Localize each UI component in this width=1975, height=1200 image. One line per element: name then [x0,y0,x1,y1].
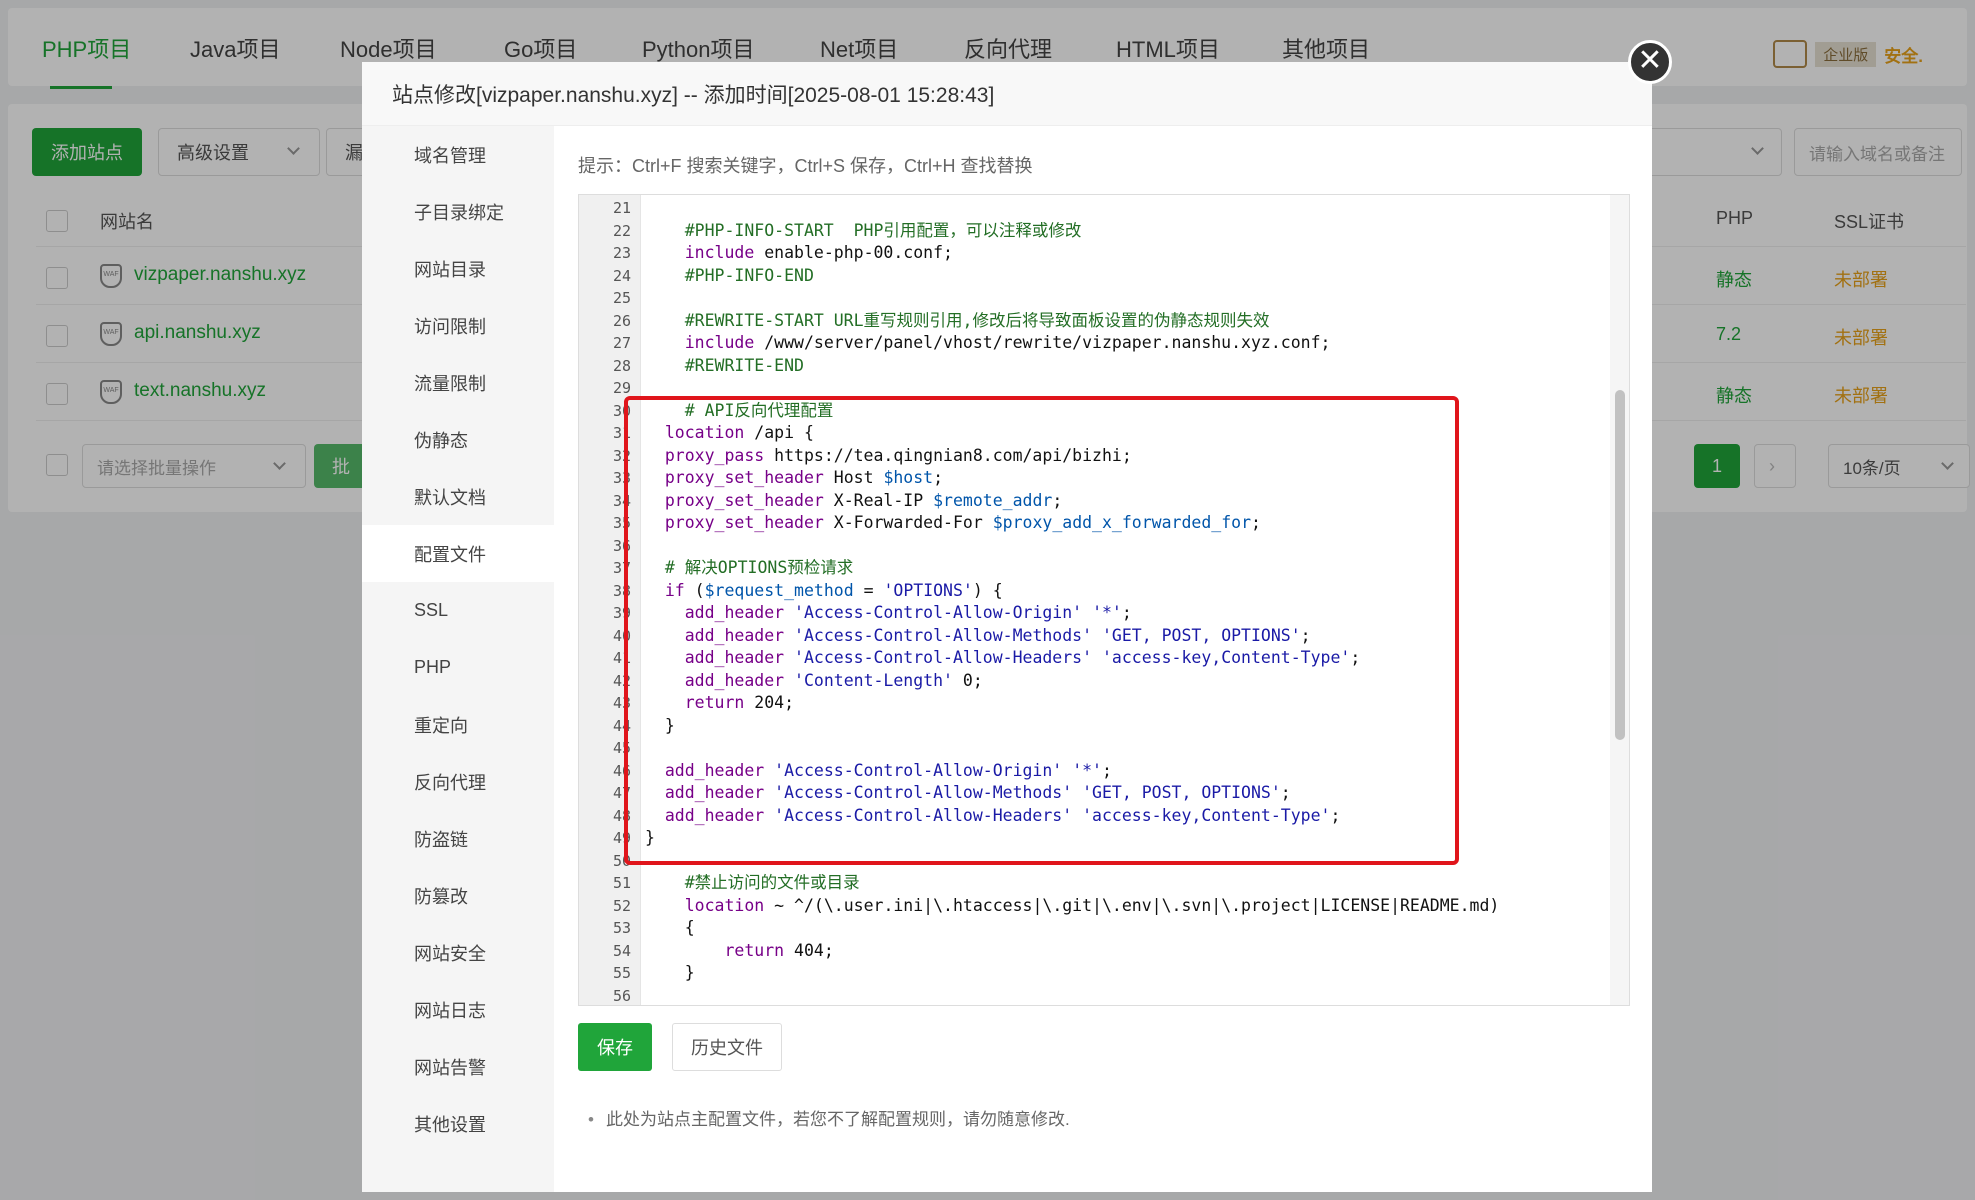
line-number: 56 [612,986,631,1005]
code-line[interactable]: 22 #PHP-INFO-START PHP引用配置，可以注释或修改 [579,220,1599,243]
sidebar-item-default-doc[interactable]: 默认文档 [362,468,554,525]
sidebar-item-subdir[interactable]: 子目录绑定 [362,183,554,240]
code-line[interactable]: 51 #禁止访问的文件或目录 [579,872,1599,895]
code-line[interactable]: 25 [579,287,1599,310]
sidebar-item-rewrite[interactable]: 伪静态 [362,411,554,468]
line-number: 53 [612,919,631,937]
sidebar-item-logs[interactable]: 网站日志 [362,981,554,1038]
code-line[interactable]: 53 { [579,917,1599,940]
line-number: 26 [612,311,631,330]
line-number: 51 [612,874,631,892]
sidebar-item-config-file[interactable]: 配置文件 [362,525,554,582]
code-text[interactable]: include enable-php-00.conf; [645,242,953,265]
line-number: 21 [612,199,631,217]
code-text[interactable]: #REWRITE-END [645,355,804,378]
line-number: 52 [612,896,631,915]
line-number: 55 [612,964,631,982]
code-line[interactable]: 26 #REWRITE-START URL重写规则引用,修改后将导致面板设置的伪… [579,310,1599,333]
line-number: 28 [612,356,631,375]
sidebar-item-tamper[interactable]: 防篡改 [362,867,554,924]
sidebar-item-php[interactable]: PHP [362,639,554,696]
code-line[interactable]: 24 #PHP-INFO-END [579,265,1599,288]
code-text[interactable]: #REWRITE-START URL重写规则引用,修改后将导致面板设置的伪静态规… [645,310,1270,333]
sidebar-item-hotlink[interactable]: 防盗链 [362,810,554,867]
sidebar-item-reverse-proxy[interactable]: 反向代理 [362,753,554,810]
dialog-sidebar: 域名管理 子目录绑定 网站目录 访问限制 流量限制 伪静态 默认文档 配置文件 … [362,126,554,1192]
dialog-title: 站点修改[vizpaper.nanshu.xyz] -- 添加时间[2025-0… [362,62,1652,126]
save-button[interactable]: 保存 [578,1023,652,1071]
code-line[interactable]: 54 return 404; [579,940,1599,963]
code-line[interactable]: 28 #REWRITE-END [579,355,1599,378]
code-text[interactable]: #禁止访问的文件或目录 [645,872,860,895]
code-line[interactable]: 21 [579,197,1599,220]
highlight-box [624,396,1459,865]
code-text[interactable]: { [645,917,695,940]
sidebar-item-alerts[interactable]: 网站告警 [362,1038,554,1095]
code-line[interactable]: 23 include enable-php-00.conf; [579,242,1599,265]
line-number: 23 [612,244,631,262]
sidebar-item-other[interactable]: 其他设置 [362,1095,554,1152]
line-number: 22 [612,221,631,240]
code-line[interactable]: 55 } [579,962,1599,985]
code-line[interactable]: 52 location ~ ^/(\.user.ini|\.htaccess|\… [579,895,1599,918]
code-line[interactable]: 56 [579,985,1599,1006]
config-warning-note: 此处为站点主配置文件，若您不了解配置规则，请勿随意修改. [588,1105,1070,1130]
line-number: 25 [612,289,631,307]
close-icon[interactable]: ✕ [1628,40,1672,84]
code-text[interactable]: #PHP-INFO-START PHP引用配置，可以注释或修改 [645,220,1082,243]
code-text[interactable]: return 404; [645,940,833,963]
code-text[interactable]: } [645,962,695,985]
sidebar-item-site-dir[interactable]: 网站目录 [362,240,554,297]
sidebar-item-ssl[interactable]: SSL [362,582,554,639]
scrollbar-thumb[interactable] [1615,390,1625,740]
line-number: 27 [612,334,631,352]
sidebar-item-domain[interactable]: 域名管理 [362,126,554,183]
sidebar-item-security[interactable]: 网站安全 [362,924,554,981]
code-line[interactable]: 27 include /www/server/panel/vhost/rewri… [579,332,1599,355]
line-number: 24 [612,266,631,285]
code-text[interactable]: location ~ ^/(\.user.ini|\.htaccess|\.gi… [645,895,1500,918]
sidebar-item-redirect[interactable]: 重定向 [362,696,554,753]
shortcut-hint: 提示：Ctrl+F 搜索关键字，Ctrl+S 保存，Ctrl+H 查找替换 [578,156,1033,176]
sidebar-item-access-limit[interactable]: 访问限制 [362,297,554,354]
line-number: 29 [612,379,631,397]
history-file-button[interactable]: 历史文件 [672,1023,782,1071]
sidebar-item-traffic-limit[interactable]: 流量限制 [362,354,554,411]
code-text[interactable]: include /www/server/panel/vhost/rewrite/… [645,332,1331,355]
line-number: 54 [612,941,631,960]
code-text[interactable]: #PHP-INFO-END [645,265,814,288]
